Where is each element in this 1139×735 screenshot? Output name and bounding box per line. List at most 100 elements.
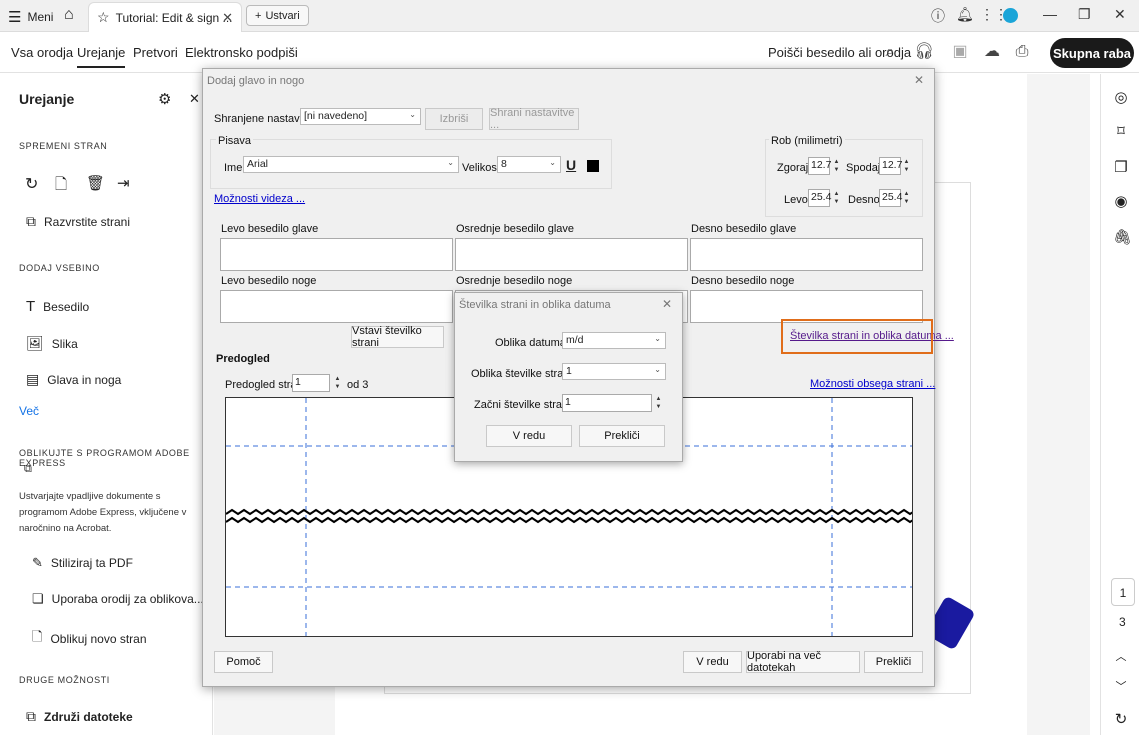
home-icon[interactable]: ⌂: [64, 6, 74, 24]
new-tab-button[interactable]: + Ustvari: [246, 5, 309, 26]
more-link[interactable]: Več: [19, 404, 39, 418]
date-format-select[interactable]: m/d ⌄: [562, 332, 666, 349]
center-header-input[interactable]: [455, 238, 688, 271]
menu-button[interactable]: ☰ Meni: [8, 8, 53, 26]
organize-icon: ⧉: [26, 213, 36, 229]
delete-icon[interactable]: 🗑︎: [86, 174, 105, 192]
save-icon[interactable]: ▣: [950, 42, 970, 62]
stylize-pdf-item[interactable]: ✎ Stiliziraj ta PDF: [32, 555, 133, 571]
font-size-select[interactable]: 8 ⌄: [497, 156, 561, 173]
chevron-up-icon[interactable]: ︿: [1113, 648, 1129, 666]
search-icon[interactable]: ⌕: [880, 42, 900, 62]
rotate-icon[interactable]: ↻: [25, 174, 38, 194]
bell-icon[interactable]: 🔔︎: [956, 6, 974, 23]
apply-multiple-button[interactable]: Uporabi na več datotekah: [746, 650, 860, 674]
start-number-input[interactable]: 1: [562, 394, 652, 412]
print-icon[interactable]: ⎙: [1012, 42, 1032, 62]
insert-page-number-button[interactable]: Vstavi številko strani: [351, 325, 444, 349]
left-header-input[interactable]: [220, 238, 453, 271]
save-settings-button[interactable]: Shrani nastavitve ...: [489, 107, 579, 131]
add-text-label: Besedilo: [43, 299, 90, 314]
current-page-number[interactable]: 1: [1111, 578, 1135, 606]
extract-icon[interactable]: ⇥: [117, 174, 130, 192]
attachment-icon[interactable]: 🖇︎: [1113, 228, 1132, 246]
chevron-down-icon[interactable]: ﹀: [1113, 678, 1129, 696]
font-color-swatch[interactable]: [587, 160, 599, 172]
right-header-input[interactable]: [690, 238, 923, 271]
organize-pages-item[interactable]: ⧉ Razvrstite strani: [26, 213, 130, 230]
nav-esign[interactable]: Elektronsko podpiši: [185, 45, 298, 60]
close-window-icon[interactable]: ✕: [1114, 6, 1126, 23]
cancel-button[interactable]: Prekliči: [864, 651, 923, 673]
comment-icon[interactable]: ◎: [1113, 88, 1129, 106]
pages-icon[interactable]: ❐: [1113, 158, 1129, 176]
stylize-label: Stiliziraj ta PDF: [50, 556, 133, 570]
nav-edit[interactable]: Urejanje: [77, 45, 126, 68]
minimize-icon[interactable]: —: [1043, 6, 1057, 22]
delete-settings-button[interactable]: Izbriši: [425, 108, 483, 130]
bookmark-icon[interactable]: ⌑: [1113, 122, 1129, 140]
close-panel-icon[interactable]: ✕: [189, 91, 200, 107]
spinner-arrows-icon[interactable]: ▲ ▼: [654, 395, 663, 411]
document-tab[interactable]: ☆ Tutorial: Edit & sign ... ✕: [88, 2, 242, 32]
upload-cloud-icon[interactable]: ☁: [982, 42, 1002, 62]
edit-side-panel: Urejanje ⚙ ✕ SPREMENI STRAN ↻ 🗋︎ 🗑︎ ⇥ ⧉ …: [0, 74, 213, 735]
star-icon[interactable]: ☆: [97, 9, 110, 26]
subdialog-cancel-button[interactable]: Prekliči: [579, 425, 665, 447]
top-margin-input[interactable]: 12.7: [808, 157, 831, 175]
spinner-arrows-icon[interactable]: ▲ ▼: [902, 158, 911, 174]
appearance-options-link[interactable]: Možnosti videza ...: [214, 193, 305, 205]
use-design-tools-item[interactable]: ❏ Uporaba orodij za oblikova...: [32, 591, 204, 607]
center-footer-label: Osrednje besedilo noge: [456, 275, 573, 287]
avatar[interactable]: [1003, 8, 1018, 23]
close-tab-icon[interactable]: ✕: [222, 10, 233, 26]
ok-button[interactable]: V redu: [683, 651, 742, 673]
saved-settings-select[interactable]: [ni navedeno] ⌄: [300, 108, 421, 125]
underline-icon[interactable]: U: [566, 157, 576, 173]
nav-convert[interactable]: Pretvori: [133, 45, 178, 60]
layers-icon[interactable]: ◉: [1113, 192, 1129, 210]
design-tools-label: Uporaba orodij za oblikova...: [51, 592, 204, 606]
new-tab-label: Ustvari: [265, 9, 300, 22]
left-margin-input[interactable]: 25.4: [808, 189, 831, 207]
close-subdialog-icon[interactable]: ✕: [662, 297, 672, 311]
left-margin-label: Levo:: [784, 194, 811, 206]
header-footer-item[interactable]: ▤ Glava in noga: [26, 371, 121, 388]
spinner-arrows-icon[interactable]: ▲ ▼: [333, 375, 342, 391]
image-icon: 🖼︎: [26, 335, 44, 351]
page-date-format-dialog: Številka strani in oblika datuma ✕ Oblik…: [454, 292, 683, 462]
read-aloud-icon[interactable]: 🎧︎: [914, 42, 934, 62]
font-name-select[interactable]: Arial ⌄: [243, 156, 459, 173]
share-button[interactable]: Skupna raba: [1050, 38, 1134, 68]
help-button[interactable]: Pomoč: [214, 651, 273, 673]
page-format-select[interactable]: 1 ⌄: [562, 363, 666, 380]
spinner-arrows-icon[interactable]: ▲ ▼: [902, 190, 911, 206]
stylize-icon: ✎: [32, 555, 43, 570]
section-adobe-express: OBLIKUJTE S PROGRAMOM ADOBE EXPRESS: [19, 448, 190, 468]
spinner-arrows-icon[interactable]: ▲ ▼: [832, 190, 841, 206]
bottom-margin-input[interactable]: 12.7: [879, 157, 902, 175]
add-image-item[interactable]: 🖼︎ Slika: [26, 335, 78, 352]
design-new-page-label: Oblikuj novo stran: [50, 632, 147, 646]
external-link-icon[interactable]: ⧉: [24, 463, 32, 476]
preview-heading: Predogled: [216, 353, 270, 365]
preview-page-input[interactable]: 1: [292, 374, 330, 392]
total-pages: 3: [1119, 615, 1126, 629]
settings-icon[interactable]: ⚙: [158, 90, 171, 108]
page-range-options-link[interactable]: Možnosti obsega strani ...: [810, 378, 935, 390]
design-new-page-item[interactable]: 🗋︎ Oblikuj novo stran: [32, 628, 147, 650]
add-image-label: Slika: [51, 336, 78, 351]
restore-icon[interactable]: ❐: [1078, 6, 1091, 23]
add-text-item[interactable]: T Besedilo: [26, 298, 89, 315]
help-icon[interactable]: ⓘ: [931, 6, 945, 26]
close-dialog-icon[interactable]: ✕: [914, 73, 924, 87]
left-footer-label: Levo besedilo noge: [221, 275, 317, 287]
nav-all-tools[interactable]: Vsa orodja: [11, 45, 73, 60]
subdialog-ok-button[interactable]: V redu: [486, 425, 572, 447]
combine-files-item[interactable]: ⧉ Združi datoteke: [26, 708, 133, 725]
spinner-arrows-icon[interactable]: ▲ ▼: [832, 158, 841, 174]
right-margin-input[interactable]: 25.4: [879, 189, 902, 207]
insert-page-icon[interactable]: 🗋︎: [55, 174, 67, 199]
refresh-icon[interactable]: ↻: [1113, 710, 1129, 728]
left-footer-input[interactable]: [220, 290, 453, 323]
